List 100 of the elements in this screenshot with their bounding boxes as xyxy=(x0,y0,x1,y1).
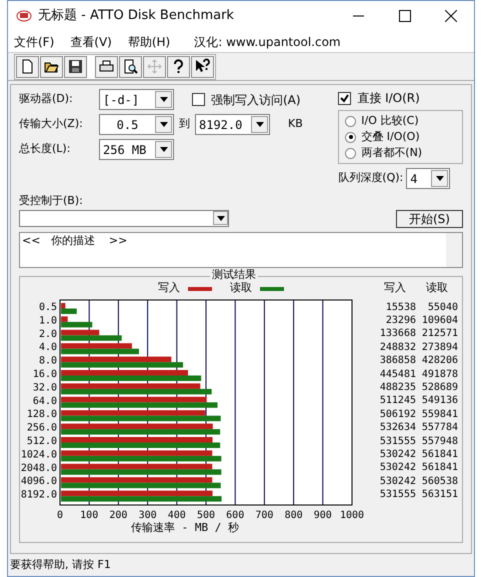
table-cell-text: 528689 xyxy=(420,381,458,396)
table-cell-text: 15538 xyxy=(384,300,416,315)
table-cell-text: 133668 xyxy=(378,327,416,342)
table-cell-text: 109604 xyxy=(420,314,458,328)
column-header: 读取 xyxy=(425,280,449,296)
category-label: 8.0 xyxy=(38,355,57,366)
category-label: 0.5 xyxy=(38,302,57,312)
toolbar-button[interactable] xyxy=(16,56,39,78)
toolbar-button[interactable] xyxy=(95,56,118,78)
print-preview-icon xyxy=(122,58,139,75)
toolbar-button[interactable] xyxy=(64,56,87,78)
scrollbar xyxy=(446,232,462,266)
table-cell-text: 488235 xyxy=(378,381,416,396)
field-label: 总长度(L): xyxy=(19,141,72,158)
table-cell-text: 530242 xyxy=(378,474,416,489)
length-dropdown[interactable]: 256 MB xyxy=(99,139,174,160)
radio-button[interactable] xyxy=(345,148,356,158)
category-label: 4096.0 xyxy=(20,476,57,487)
app-icon xyxy=(16,10,32,22)
table-cell-text: 530242 xyxy=(378,448,416,462)
category-label: 256.0 xyxy=(26,422,57,434)
category-label: 2048.0 xyxy=(20,462,57,474)
radio-button[interactable] xyxy=(345,132,356,142)
close-icon[interactable] xyxy=(445,10,457,22)
table-cell-text: 511245 xyxy=(378,394,416,408)
column-header: 写入 xyxy=(383,280,407,296)
tick-label: 1000 xyxy=(340,510,364,520)
category-label: 2.0 xyxy=(38,328,57,340)
table-cell-text: 506192 xyxy=(378,408,416,422)
table-cell-text: 557784 xyxy=(420,421,458,436)
size-from-dropdown[interactable]: 0.5 xyxy=(99,114,174,135)
queue-dropdown[interactable]: 4 xyxy=(406,168,450,189)
legend-label: 写入 xyxy=(158,280,180,296)
pointer-question-icon xyxy=(194,58,211,75)
range-label: 到 xyxy=(179,116,190,132)
tick-label: 100 xyxy=(80,510,98,520)
category-label: 1.0 xyxy=(38,314,57,326)
tick-label: 900 xyxy=(314,510,332,520)
table-cell-text: 557948 xyxy=(420,434,458,449)
table-cell-text: 531555 xyxy=(378,488,416,502)
checkbox[interactable] xyxy=(338,92,352,104)
table-cell-text: 531555 xyxy=(378,434,416,449)
table-cell-text: 560538 xyxy=(420,474,458,489)
table-cell-text: 386858 xyxy=(378,354,416,368)
category-label: 1024.0 xyxy=(20,448,57,460)
start-button[interactable]: 开始(S) xyxy=(396,210,463,228)
radio-label: 交叠 I/O(O) xyxy=(361,128,420,145)
toolbar-button[interactable] xyxy=(167,56,190,78)
category-label: 32.0 xyxy=(32,382,57,393)
tick-label: 0 xyxy=(56,510,64,520)
menu-item[interactable]: 文件(F) xyxy=(14,32,54,50)
group-title: 测试结果 xyxy=(210,268,258,280)
field-label: 传输大小(Z): xyxy=(19,116,84,132)
tick-label: 500 xyxy=(196,510,216,520)
description-field[interactable]: << 你的描述 >> xyxy=(19,232,463,268)
tick-label: 200 xyxy=(109,510,128,520)
controller-dropdown[interactable] xyxy=(19,210,229,227)
drive-dropdown[interactable]: [-d-] xyxy=(99,89,174,110)
table-cell-text: 559841 xyxy=(420,408,458,422)
table-cell-text: 23296 xyxy=(384,314,416,328)
table-cell-text: 561841 xyxy=(420,461,458,476)
maximize-icon[interactable] xyxy=(399,10,411,22)
field-label: 队列深度(Q): xyxy=(338,170,404,186)
table-cell-text: 55040 xyxy=(426,300,458,315)
menu-item[interactable]: 查看(V) xyxy=(70,32,112,50)
table-cell-text: 549136 xyxy=(420,394,458,408)
category-label: 128.0 xyxy=(26,408,57,420)
unit-label: KB xyxy=(288,116,303,132)
toolbar-button[interactable] xyxy=(191,56,214,78)
toolbar-button[interactable] xyxy=(40,56,63,78)
checkbox-label: 强制写入访问(A) xyxy=(211,92,301,108)
category-label: 4.0 xyxy=(38,342,57,353)
table-cell-text: 561841 xyxy=(420,448,458,462)
status-text: 要获得帮助, 请按 F1 xyxy=(10,556,111,573)
category-label: 512.0 xyxy=(26,436,57,446)
tick-label: 600 xyxy=(226,510,244,520)
table-cell-text: 248832 xyxy=(378,340,416,355)
window-title: 无标题 - ATTO Disk Benchmark xyxy=(38,7,234,26)
category-label: 64.0 xyxy=(32,395,57,406)
field-label: 受控制于(B): xyxy=(19,193,84,209)
table-cell-text: 445481 xyxy=(378,368,416,382)
radio-button[interactable] xyxy=(345,116,356,126)
tick-label: 700 xyxy=(255,510,274,520)
size-to-dropdown[interactable]: 8192.0 xyxy=(195,114,270,135)
legend-label: 读取 xyxy=(230,280,252,296)
table-cell-text: 428206 xyxy=(420,354,458,368)
menu-item[interactable]: 帮助(H) xyxy=(128,32,170,50)
radio-label: I/O 比较(C) xyxy=(361,112,419,129)
radio-label: 两者都不(N) xyxy=(361,144,422,161)
checkbox[interactable] xyxy=(192,93,205,106)
table-cell-text: 530242 xyxy=(378,461,416,476)
toolbar-button[interactable] xyxy=(119,56,142,78)
field-label: 驱动器(D): xyxy=(19,91,74,108)
table-cell-text: 273894 xyxy=(420,340,458,355)
checkbox-label: 直接 I/O(R) xyxy=(357,90,420,107)
table-cell-text: 212571 xyxy=(420,327,458,342)
table-cell-text: 532634 xyxy=(378,421,416,436)
tick-label: 400 xyxy=(168,510,186,520)
table-cell-text: 563151 xyxy=(420,488,458,502)
menu-item[interactable]: 汉化: www.upantool.com xyxy=(194,32,341,50)
